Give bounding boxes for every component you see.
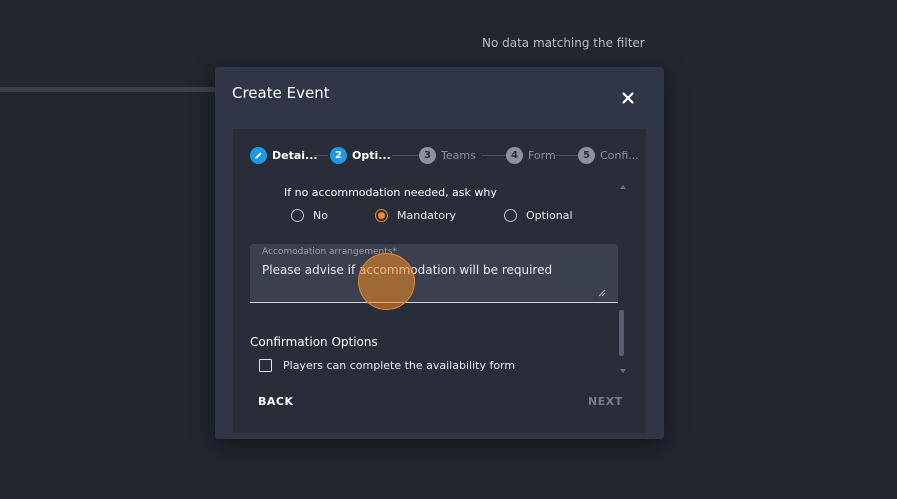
accommodation-arrangements-field[interactable]: Accomodation arrangements* Please advise…: [250, 244, 618, 303]
radio-dot: [378, 212, 385, 219]
next-button[interactable]: NEXT: [588, 395, 623, 408]
checkbox[interactable]: [259, 359, 272, 372]
accommodation-question: If no accommodation needed, ask why: [284, 186, 497, 199]
availability-form-option[interactable]: Players can complete the availability fo…: [259, 359, 515, 372]
step-number: 4: [506, 146, 523, 164]
radio-ring[interactable]: [504, 209, 517, 222]
radio-label: No: [313, 209, 328, 222]
step-form[interactable]: 4 Form: [506, 146, 556, 164]
field-label: Accomodation arrangements*: [262, 247, 397, 257]
radio-label: Optional: [526, 209, 573, 222]
confirmation-options-title: Confirmation Options: [250, 335, 378, 349]
step-label: Form: [528, 148, 556, 162]
close-button[interactable]: [618, 88, 638, 108]
create-event-dialog: Create Event Detai... 2 Opti... 3 Teams …: [215, 67, 664, 439]
checkbox-label: Players can complete the availability fo…: [283, 359, 516, 372]
step-number: 2: [330, 146, 347, 164]
step-label: Opti...: [352, 148, 391, 162]
radio-no[interactable]: No: [291, 209, 328, 222]
stepper: Detai... 2 Opti... 3 Teams 4 Form 5 Conf…: [250, 146, 640, 166]
step-number: 3: [419, 146, 436, 164]
step-label: Confi...: [600, 148, 639, 162]
scroll-up-arrow-icon[interactable]: [620, 185, 626, 189]
close-icon[interactable]: [622, 92, 634, 104]
step-teams[interactable]: 3 Teams: [419, 146, 476, 164]
step-options[interactable]: 2 Opti...: [330, 146, 391, 164]
step-details[interactable]: Detai...: [250, 146, 318, 164]
field-value[interactable]: Please advise if accommodation will be r…: [262, 263, 552, 277]
background-divider: [0, 87, 215, 92]
step-confirmation[interactable]: 5 Confi...: [578, 146, 639, 164]
step-number: 5: [578, 146, 595, 164]
scroll-down-arrow-icon[interactable]: [620, 369, 626, 373]
radio-ring-selected[interactable]: [375, 209, 388, 222]
radio-optional[interactable]: Optional: [504, 209, 573, 222]
pencil-icon: [250, 146, 267, 164]
step-connector: [392, 155, 418, 156]
step-label: Teams: [441, 148, 476, 162]
radio-ring[interactable]: [291, 209, 304, 222]
resize-grip-icon[interactable]: [598, 289, 606, 297]
dialog-content: Detai... 2 Opti... 3 Teams 4 Form 5 Conf…: [233, 129, 646, 433]
back-button[interactable]: BACK: [258, 395, 294, 408]
step-connector: [482, 155, 506, 156]
step-label: Detai...: [272, 148, 318, 162]
scrollbar-thumb[interactable]: [619, 310, 624, 356]
dialog-title: Create Event: [232, 84, 330, 102]
radio-label: Mandatory: [397, 209, 457, 222]
empty-message: No data matching the filter: [482, 36, 645, 50]
radio-mandatory[interactable]: Mandatory: [375, 209, 456, 222]
